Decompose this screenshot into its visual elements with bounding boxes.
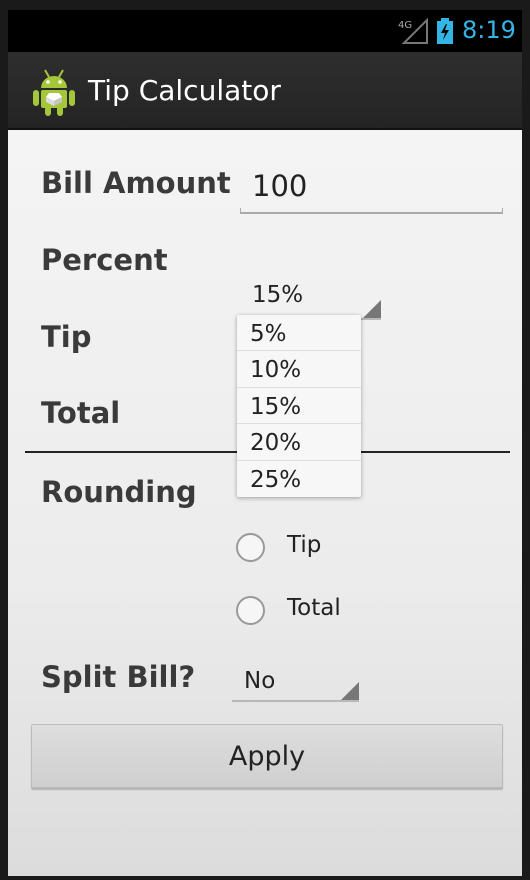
bill-amount-input[interactable] [240,158,503,214]
signal-4g-icon: 4G [398,18,428,44]
bill-amount-underline [240,208,503,214]
radio-label: Tip [287,532,322,558]
total-label: Total [41,396,121,430]
app-title: Tip Calculator [88,74,281,107]
phone-screen: 4G 8:19 Tip Calculator Bill Amount 100 P… [8,10,522,876]
spinner-triangle-icon [363,300,381,318]
dropdown-item-5[interactable]: 5% [237,315,361,352]
status-clock: 8:19 [462,16,516,44]
percent-dropdown-list: 5% 10% 15% 20% 25% [237,315,361,497]
content-area: Bill Amount Percent 15% Tip Total Roundi… [8,130,522,876]
dropdown-item-25[interactable]: 25% [237,461,361,497]
radio-button[interactable] [236,533,265,562]
dropdown-item-10[interactable]: 10% [237,351,361,388]
spinner-triangle-icon [341,682,359,700]
percent-spinner[interactable]: 15% [238,280,381,320]
action-bar: Tip Calculator [8,52,522,130]
percent-label: Percent [41,243,168,277]
android-robot-icon [33,69,75,116]
radio-button[interactable] [236,596,265,625]
dropdown-item-20[interactable]: 20% [237,424,361,461]
status-bar: 4G 8:19 [8,10,522,52]
percent-spinner-value: 15% [252,282,304,308]
bill-amount-label: Bill Amount [41,166,231,200]
split-bill-label: Split Bill? [41,660,196,694]
split-bill-spinner-value: No [244,668,276,694]
dropdown-item-15[interactable]: 15% [237,388,361,425]
svg-text:4G: 4G [398,20,412,31]
battery-charging-icon [437,18,453,44]
apply-button[interactable]: Apply [31,724,503,788]
split-bill-spinner[interactable]: No [232,662,359,702]
radio-label: Total [287,595,341,621]
rounding-label: Rounding [41,475,197,509]
tip-label: Tip [41,320,92,354]
